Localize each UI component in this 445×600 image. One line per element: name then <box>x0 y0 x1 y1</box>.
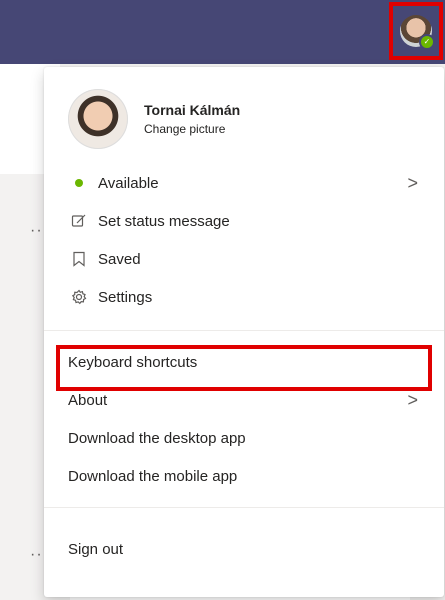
profile-avatar-button[interactable]: ✓ <box>389 2 443 60</box>
menu-divider <box>44 507 444 508</box>
chevron-right-icon: > <box>407 390 418 410</box>
sign-out-item[interactable]: Sign out <box>68 531 420 567</box>
user-name: Tornai Kálmán <box>144 102 241 118</box>
menu-divider <box>44 330 444 331</box>
about-label: About <box>68 391 108 409</box>
download-mobile-label: Download the mobile app <box>68 467 238 485</box>
download-desktop-item[interactable]: Download the desktop app <box>68 420 420 456</box>
saved-label: Saved <box>98 250 141 268</box>
background-more-icon: ·· <box>30 546 43 563</box>
status-item[interactable]: Available > <box>68 165 420 201</box>
about-item[interactable]: About > <box>68 382 420 418</box>
user-avatar-icon: ✓ <box>400 15 435 50</box>
background-more-icon: ·· <box>30 222 43 239</box>
keyboard-shortcuts-item[interactable]: Keyboard shortcuts <box>68 344 420 380</box>
profile-picture[interactable] <box>68 89 128 149</box>
app-top-bar <box>0 0 445 64</box>
download-mobile-item[interactable]: Download the mobile app <box>68 458 420 494</box>
bookmark-icon <box>68 251 90 267</box>
download-desktop-label: Download the desktop app <box>68 429 246 447</box>
sign-out-label: Sign out <box>68 540 124 558</box>
set-status-label: Set status message <box>98 212 230 230</box>
status-available-icon <box>68 179 90 187</box>
edit-message-icon <box>68 213 90 229</box>
presence-available-icon: ✓ <box>419 34 435 50</box>
settings-item[interactable]: Settings <box>68 279 420 315</box>
keyboard-shortcuts-label: Keyboard shortcuts <box>68 353 198 371</box>
change-picture-link[interactable]: Change picture <box>144 122 240 136</box>
gear-icon <box>68 289 90 305</box>
chevron-right-icon: > <box>407 173 418 193</box>
settings-label: Settings <box>98 288 153 306</box>
saved-item[interactable]: Saved <box>68 241 420 277</box>
set-status-message-item[interactable]: Set status message <box>68 203 420 239</box>
profile-menu: Tornai Kálmán Change picture Available >… <box>44 67 444 597</box>
status-label: Available <box>98 174 159 192</box>
profile-header: Tornai Kálmán Change picture <box>68 89 240 149</box>
